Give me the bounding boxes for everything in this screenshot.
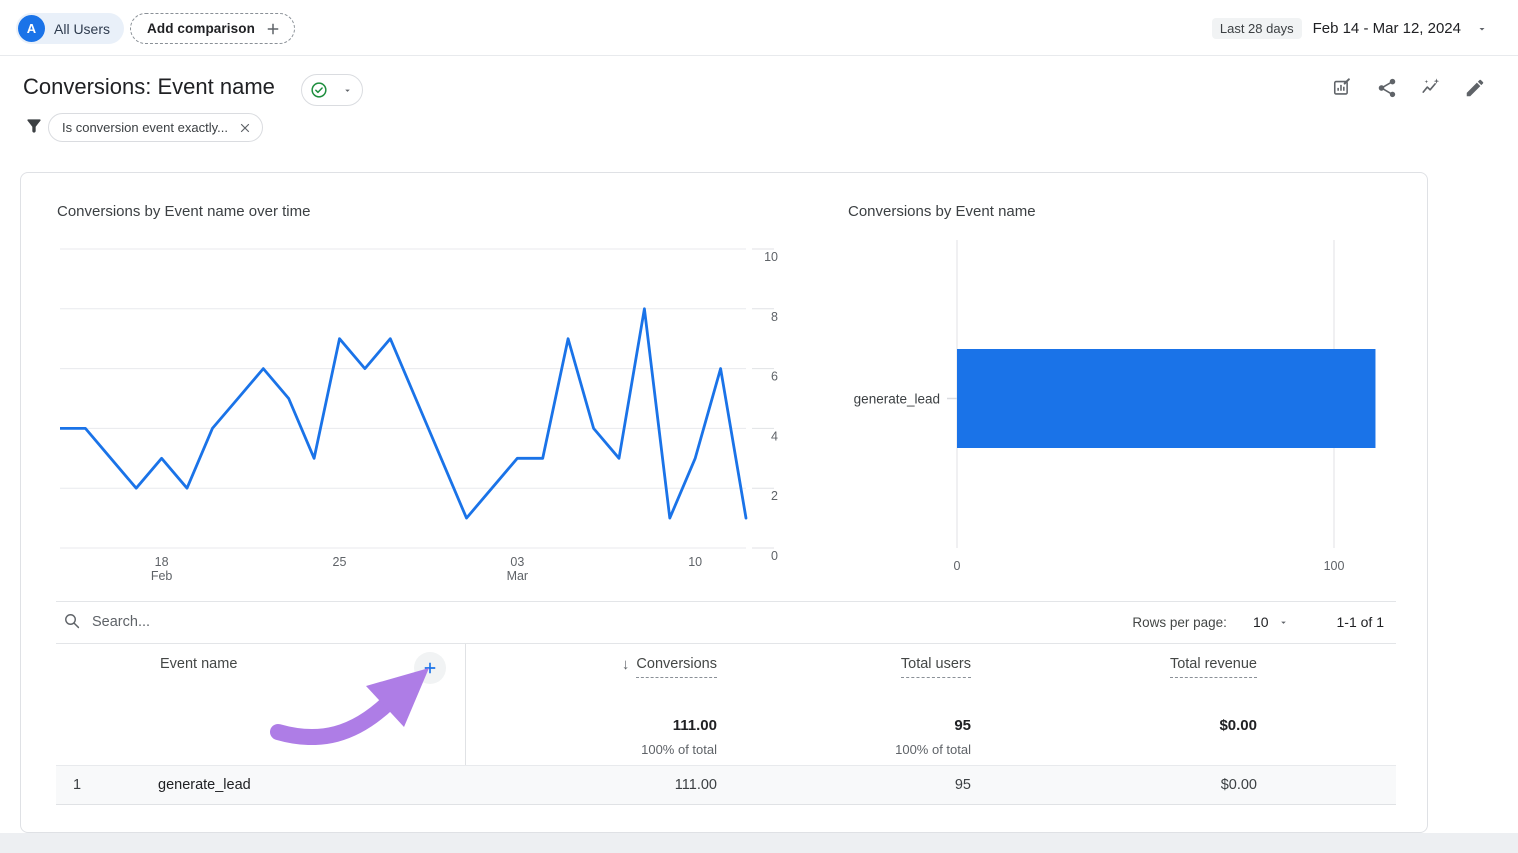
filter-chip-label: Is conversion event exactly... xyxy=(62,120,228,135)
report-status-dropdown[interactable] xyxy=(301,74,363,106)
y-axis-label: 6 xyxy=(771,370,778,384)
event-name-header-label: Event name xyxy=(160,656,237,672)
segment-all-users-chip[interactable]: A All Users xyxy=(16,13,124,44)
y-axis-label: 0 xyxy=(771,549,778,563)
column-header-conversions[interactable]: Conversions xyxy=(622,656,717,678)
divider xyxy=(56,643,1396,644)
date-preset-badge: Last 28 days xyxy=(1212,18,1302,39)
divider xyxy=(56,601,1396,602)
row-event-name: generate_lead xyxy=(158,765,251,805)
total-revenue-header-label: Total revenue xyxy=(1170,656,1257,678)
plus-icon xyxy=(264,20,282,38)
conversions-header-label: Conversions xyxy=(636,656,717,678)
column-header-event-name[interactable]: Event name xyxy=(160,656,237,672)
totals-users: 95 xyxy=(954,717,971,734)
check-circle-icon xyxy=(309,80,329,100)
category-label: generate_lead xyxy=(854,392,940,407)
line-chart-title: Conversions by Event name over time xyxy=(57,203,310,220)
table-row xyxy=(56,765,1396,805)
totals-conversions-pct: 100% of total xyxy=(641,742,717,757)
rows-per-page-value: 10 xyxy=(1253,614,1269,630)
x-axis-label: 10 xyxy=(688,555,702,569)
pagination-range: 1-1 of 1 xyxy=(1337,614,1384,630)
page-bottom-strip xyxy=(0,833,1518,853)
y-axis-label: 2 xyxy=(771,489,778,503)
ga4-report-screen: A All Users Add comparison Last 28 days … xyxy=(0,0,1518,853)
report-toolbar xyxy=(1331,76,1487,100)
date-range-selector[interactable]: Last 28 days Feb 14 - Mar 12, 2024 xyxy=(1212,13,1488,44)
y-axis-label: 8 xyxy=(771,310,778,324)
customize-report-button[interactable] xyxy=(1331,76,1355,100)
rows-per-page-label: Rows per page: xyxy=(1132,615,1227,630)
share-button[interactable] xyxy=(1375,76,1399,100)
total-users-header-label: Total users xyxy=(901,656,971,678)
chevron-down-icon xyxy=(342,85,353,96)
totals-revenue: $0.00 xyxy=(1219,717,1257,734)
y-axis-label: 10 xyxy=(764,250,778,264)
all-users-label: All Users xyxy=(54,21,110,37)
edit-button[interactable] xyxy=(1463,76,1487,100)
avatar: A xyxy=(18,15,45,42)
search-icon xyxy=(63,612,82,631)
row-users: 95 xyxy=(955,765,971,805)
totals-conversions: 111.00 xyxy=(673,717,717,734)
conversions-over-time-chart[interactable]: 10 8 6 4 2 0 18Feb 25 03Mar 10 xyxy=(60,240,782,590)
x-axis-sublabel: Mar xyxy=(507,569,529,583)
x-axis-sublabel: Feb xyxy=(151,569,173,583)
conversions-by-event-bar-chart[interactable]: 0 100 generate_lead xyxy=(830,238,1420,583)
x-axis-label: 0 xyxy=(954,559,961,573)
add-secondary-dimension-button[interactable] xyxy=(414,652,446,684)
chevron-down-icon xyxy=(1476,23,1488,35)
insights-button[interactable] xyxy=(1419,76,1443,100)
add-comparison-label: Add comparison xyxy=(147,21,255,36)
pagination-controls: Rows per page: 10 1-1 of 1 xyxy=(1132,609,1384,635)
page-title: Conversions: Event name xyxy=(23,74,275,100)
x-axis-label: 25 xyxy=(333,555,347,569)
totals-users-pct: 100% of total xyxy=(895,742,971,757)
sort-descending-icon xyxy=(622,656,630,673)
bar-chart-title: Conversions by Event name xyxy=(848,203,1036,220)
conversions-line-series xyxy=(60,309,746,518)
topbar: A All Users Add comparison Last 28 days … xyxy=(0,0,1518,56)
plus-icon xyxy=(421,659,439,677)
chevron-down-icon xyxy=(1278,617,1289,628)
row-conversions: 111.00 xyxy=(675,765,717,805)
x-axis-label: 18 xyxy=(155,555,169,569)
row-index: 1 xyxy=(73,765,81,805)
row-revenue: $0.00 xyxy=(1221,765,1257,805)
filter-chip[interactable]: Is conversion event exactly... xyxy=(48,113,263,142)
search-input[interactable] xyxy=(92,607,732,637)
generate-lead-bar xyxy=(957,349,1375,448)
rows-per-page-select[interactable]: 10 xyxy=(1253,614,1289,630)
close-icon[interactable] xyxy=(238,121,252,135)
y-axis-label: 4 xyxy=(771,429,778,443)
column-header-total-users[interactable]: Total users xyxy=(901,656,971,678)
x-axis-label: 03 xyxy=(510,555,524,569)
add-comparison-button[interactable]: Add comparison xyxy=(130,13,295,44)
date-range-label: Feb 14 - Mar 12, 2024 xyxy=(1313,20,1461,37)
filter-icon xyxy=(24,116,44,136)
column-header-total-revenue[interactable]: Total revenue xyxy=(1170,656,1257,678)
x-axis-label: 100 xyxy=(1324,559,1345,573)
